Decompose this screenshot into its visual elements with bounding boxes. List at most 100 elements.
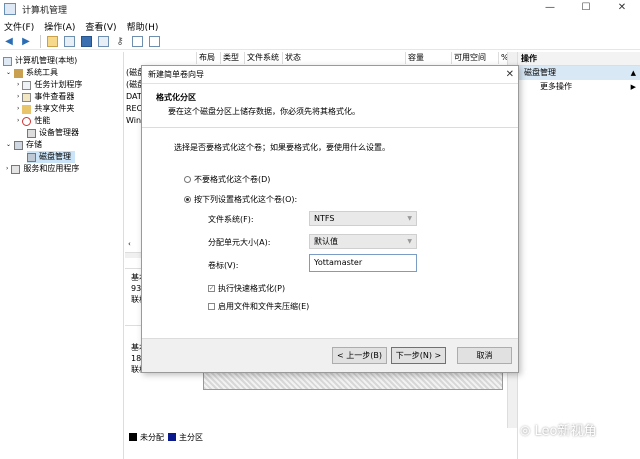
dialog-close-button[interactable]: ✕	[506, 66, 514, 84]
submenu-arrow-icon: ▶	[630, 83, 636, 91]
column-header-capacity[interactable]: 容量	[406, 52, 452, 64]
toolbar: ◀ ▶ ⚷	[0, 34, 640, 50]
properties-icon[interactable]	[96, 35, 110, 48]
actions-header: 操作	[518, 52, 640, 66]
checkbox-unchecked-icon[interactable]	[208, 303, 215, 310]
tree-storage-label: 存储	[26, 140, 43, 149]
dialog-description: 要在这个磁盘分区上储存数据，你必须先将其格式化。	[168, 107, 360, 116]
tools-icon	[14, 68, 24, 78]
tree-services-apps[interactable]: › 服务和应用程序	[6, 163, 79, 175]
collapse-arrow-icon[interactable]: ▲	[631, 66, 636, 80]
actions-section-disk-management[interactable]: 磁盘管理 ▲	[518, 66, 640, 80]
close-button[interactable]: ✕	[604, 0, 640, 18]
menu-view[interactable]: 查看(V)	[85, 20, 116, 33]
quick-format-checkbox[interactable]: ✓ 执行快速格式化(P)	[208, 283, 285, 294]
filesystem-value: NTFS	[314, 214, 335, 223]
chevron-down-icon: ▼	[407, 238, 412, 245]
key-icon[interactable]: ⚷	[113, 35, 127, 48]
checklist-icon[interactable]	[130, 35, 144, 48]
column-header-free-space[interactable]: 可用空间	[452, 52, 499, 64]
unallocated-swatch	[129, 433, 137, 441]
view-icon[interactable]	[147, 35, 161, 48]
tree-disk-management[interactable]: 磁盘管理	[27, 151, 75, 163]
tree-task-scheduler-label: 任务计划程序	[34, 80, 83, 89]
dialog-footer: < 上一步(B) 下一步(N) > 取消	[142, 338, 518, 372]
tree-device-manager[interactable]: 设备管理器	[27, 127, 79, 139]
format-question: 选择是否要格式化这个卷；如果要格式化，要使用什么设置。	[174, 143, 390, 152]
radio-format-dot[interactable]	[184, 196, 191, 203]
minimize-button[interactable]: —	[532, 0, 568, 18]
dialog-header: 格式化分区 要在这个磁盘分区上储存数据，你必须先将其格式化。	[142, 84, 518, 128]
cancel-button[interactable]: 取消	[457, 347, 512, 364]
tree-performance-label: 性能	[34, 116, 51, 125]
tree-disk-management-label: 磁盘管理	[39, 152, 71, 161]
next-button[interactable]: 下一步(N) >	[391, 347, 446, 364]
legend-primary: 主分区	[179, 432, 203, 442]
chevron-down-icon: ▼	[407, 215, 412, 222]
column-header-type[interactable]: 类型	[221, 52, 245, 64]
menu-bar: 文件(F) 操作(A) 查看(V) 帮助(H)	[0, 18, 640, 34]
wechat-icon: ◎	[520, 422, 531, 437]
title-bar: 计算机管理 — ☐ ✕	[0, 0, 640, 18]
menu-help[interactable]: 帮助(H)	[127, 20, 159, 33]
column-header-layout[interactable]: 布局	[197, 52, 221, 64]
tree-root[interactable]: 计算机管理(本地)	[3, 55, 77, 67]
tree-storage[interactable]: ⌄ 存储	[6, 139, 42, 151]
maximize-button[interactable]: ☐	[568, 0, 604, 18]
tree-shared-folders[interactable]: › 共享文件夹	[17, 103, 74, 115]
more-actions-label: 更多操作	[540, 82, 572, 91]
device-manager-icon	[27, 128, 36, 138]
chevron-right-icon: ›	[17, 93, 20, 100]
window-title: 计算机管理	[22, 5, 68, 16]
forward-arrow-icon[interactable]: ▶	[19, 35, 33, 48]
primary-swatch	[168, 433, 176, 441]
tree-event-viewer[interactable]: › 事件查看器	[17, 91, 74, 103]
radio-no-format[interactable]: 不要格式化这个卷(D)	[184, 174, 270, 185]
actions-section-label: 磁盘管理	[524, 68, 556, 77]
folder-icon	[22, 104, 32, 114]
column-header-volume[interactable]	[125, 52, 197, 64]
tree-device-manager-label: 设备管理器	[39, 128, 79, 137]
volume-label-label: 卷标(V):	[208, 261, 239, 270]
chevron-down-icon: ⌄	[6, 141, 12, 148]
tree-task-scheduler[interactable]: › 任务计划程序	[17, 79, 82, 91]
radio-no-format-dot[interactable]	[184, 176, 191, 183]
services-icon	[11, 164, 21, 174]
allocation-unit-select[interactable]: 默认值 ▼	[309, 234, 417, 249]
dialog-title: 新建简单卷向导	[148, 70, 204, 79]
event-log-icon	[22, 92, 32, 102]
checkbox-checked-icon[interactable]: ✓	[208, 285, 215, 292]
actions-pane: 操作 磁盘管理 ▲ 更多操作 ▶	[517, 52, 640, 459]
radio-format[interactable]: 按下列设置格式化这个卷(O):	[184, 194, 297, 205]
up-folder-icon[interactable]	[45, 35, 59, 48]
back-arrow-icon[interactable]: ◀	[2, 35, 16, 48]
radio-no-format-label: 不要格式化这个卷(D)	[194, 175, 271, 184]
volume-label-input[interactable]: Yottamaster	[309, 254, 417, 272]
chevron-right-icon: ›	[6, 165, 9, 172]
new-simple-volume-wizard: 新建简单卷向导 ✕ 格式化分区 要在这个磁盘分区上储存数据，你必须先将其格式化。…	[141, 65, 519, 373]
menu-file[interactable]: 文件(F)	[4, 20, 34, 33]
legend-unallocated: 未分配	[140, 432, 164, 442]
partition-block[interactable]	[203, 372, 503, 390]
quick-format-label: 执行快速格式化(P)	[218, 284, 286, 293]
filesystem-select[interactable]: NTFS ▼	[309, 211, 417, 226]
tree-shared-folders-label: 共享文件夹	[34, 104, 75, 113]
tree-performance[interactable]: › 性能	[17, 115, 50, 127]
computer-icon	[3, 56, 12, 66]
tree-root-label: 计算机管理(本地)	[15, 56, 78, 65]
show-hide-tree-icon[interactable]	[62, 35, 76, 48]
tree-system-tools[interactable]: ⌄ 系统工具	[6, 67, 58, 79]
help-icon[interactable]	[79, 35, 93, 48]
compression-label: 启用文件和文件夹压缩(E)	[218, 302, 310, 311]
radio-format-label: 按下列设置格式化这个卷(O):	[194, 195, 298, 204]
more-actions-item[interactable]: 更多操作 ▶	[518, 80, 640, 94]
menu-action[interactable]: 操作(A)	[44, 20, 75, 33]
compression-checkbox[interactable]: 启用文件和文件夹压缩(E)	[208, 301, 309, 312]
legend-bar: 未分配 主分区	[125, 430, 517, 444]
back-button[interactable]: < 上一步(B)	[332, 347, 387, 364]
chevron-right-icon: ›	[17, 105, 20, 112]
disk-icon	[27, 152, 36, 162]
column-header-filesystem[interactable]: 文件系统	[245, 52, 283, 64]
scroll-left-arrow[interactable]: ‹	[128, 238, 131, 250]
column-header-status[interactable]: 状态	[283, 52, 406, 64]
